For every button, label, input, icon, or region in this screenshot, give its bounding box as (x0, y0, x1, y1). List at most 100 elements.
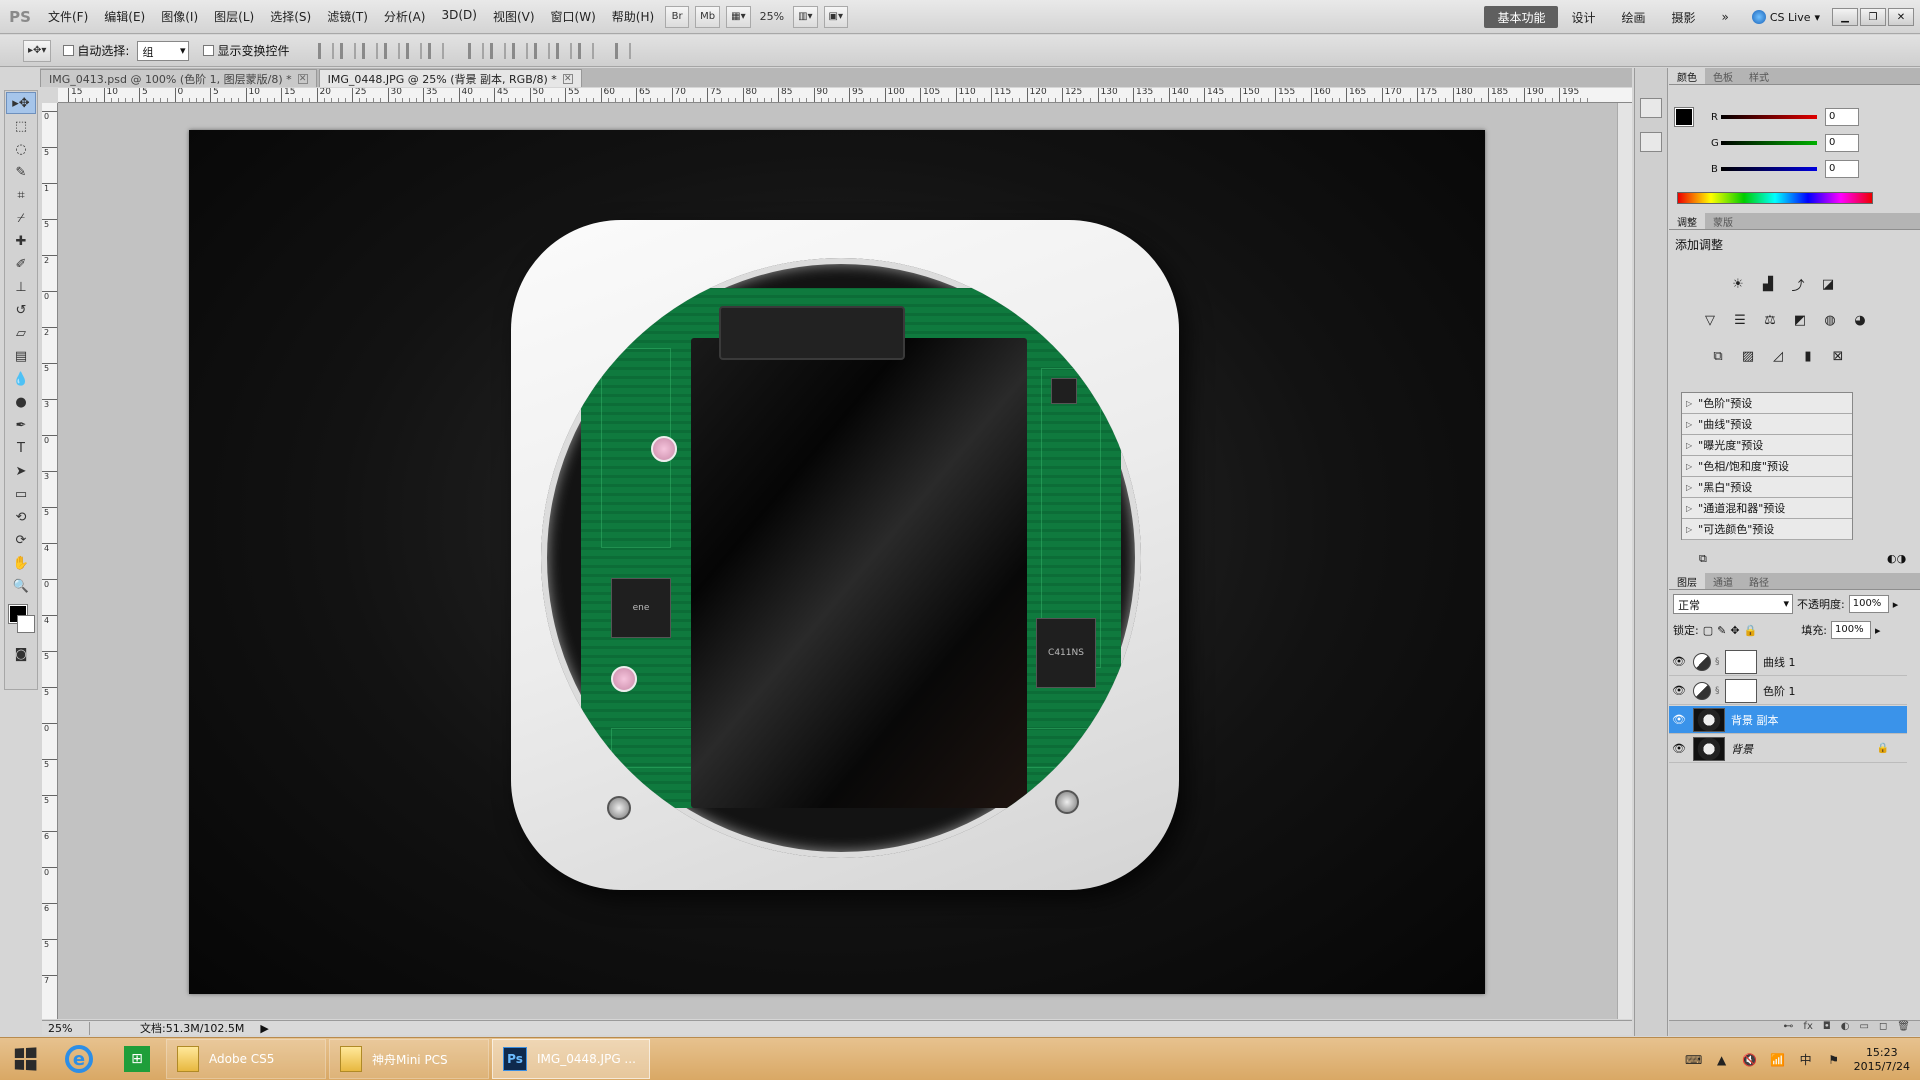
tab-color[interactable]: 颜色 (1669, 68, 1705, 84)
align-left-icon[interactable] (384, 42, 401, 59)
show-transform-option[interactable]: 显示变换控件 (203, 42, 289, 59)
history-brush-tool-icon[interactable]: ↺ (6, 299, 36, 321)
lock-pixels-icon[interactable]: ✎ (1717, 624, 1726, 637)
channel-slider[interactable] (1721, 115, 1817, 119)
shape-tool-icon[interactable]: ▭ (6, 483, 36, 505)
close-button[interactable]: ✕ (1888, 8, 1914, 26)
history-panel-icon[interactable] (1640, 132, 1662, 152)
clone-stamp-tool-icon[interactable]: ⊥ (6, 276, 36, 298)
layer-name[interactable]: 背景 副本 (1731, 712, 1779, 728)
expand-triangle-icon[interactable]: ▷ (1686, 462, 1692, 471)
auto-select-dropdown[interactable]: 组 (137, 40, 190, 61)
color-balance-icon[interactable]: ⚖ (1759, 310, 1781, 330)
marquee-tool-icon[interactable]: ⬚ (6, 115, 36, 137)
layer-mask-thumbnail[interactable] (1725, 678, 1757, 703)
lock-position-icon[interactable]: ✥ (1730, 624, 1739, 637)
curves-icon[interactable]: ⤴ (1787, 274, 1809, 294)
color-panel-foreground-swatch[interactable] (1674, 107, 1694, 127)
close-icon[interactable]: ✕ (297, 73, 308, 84)
ime-indicator[interactable]: 中 (1798, 1052, 1814, 1068)
taskbar-item[interactable]: Adobe CS5 (166, 1039, 326, 1079)
tab-img-0413[interactable]: IMG_0413.psd @ 100% (色阶 1, 图层蒙版/8) * ✕ (40, 69, 317, 87)
workspace-0[interactable]: 基本功能 (1484, 6, 1559, 28)
preset-item[interactable]: ▷ "黑白"预设 (1682, 477, 1852, 498)
preset-item[interactable]: ▷ "曝光度"预设 (1682, 435, 1852, 456)
path-select-tool-icon[interactable]: ➤ (6, 460, 36, 482)
adjust-panel-options-icon[interactable]: ◐◑ (1887, 552, 1906, 565)
distribute-top-icon[interactable] (468, 42, 485, 59)
channel-value-input[interactable]: 0 (1825, 160, 1859, 178)
lock-transparency-icon[interactable]: ▢ (1703, 624, 1713, 637)
blur-tool-icon[interactable]: 💧 (6, 368, 36, 390)
expand-triangle-icon[interactable]: ▷ (1686, 525, 1692, 534)
visibility-eye-icon[interactable]: 👁 (1669, 713, 1689, 726)
auto-select-checkbox[interactable] (63, 45, 75, 56)
auto-align-icon[interactable] (615, 42, 632, 59)
vibrance-icon[interactable]: ▽ (1699, 310, 1721, 330)
action-center-icon[interactable]: ⚑ (1826, 1052, 1842, 1068)
channel-slider[interactable] (1721, 167, 1817, 171)
minimize-button[interactable]: ▁ (1832, 8, 1858, 26)
quick-select-tool-icon[interactable]: ✎ (6, 161, 36, 183)
status-menu-icon[interactable]: ▶ (260, 1022, 268, 1035)
menu-item-7[interactable]: 3D(D) (433, 8, 484, 25)
document-image[interactable]: ene C411NS (189, 130, 1485, 994)
tab-paths[interactable]: 路径 (1741, 573, 1777, 589)
distribute-vcenter-icon[interactable] (490, 42, 507, 59)
3d-rotate-tool-icon[interactable]: ⟲ (6, 506, 36, 528)
pen-tool-icon[interactable]: ✒ (6, 414, 36, 436)
auto-select-option[interactable]: 自动选择: (63, 42, 129, 59)
channel-slider[interactable] (1721, 141, 1817, 145)
tab-channels[interactable]: 通道 (1705, 573, 1741, 589)
distribute-bottom-icon[interactable] (512, 42, 529, 59)
menu-item-6[interactable]: 分析(A) (376, 8, 434, 25)
new-group-icon[interactable]: ▭ (1860, 1021, 1869, 1036)
layer-name[interactable]: 色阶 1 (1763, 683, 1796, 699)
layer-style-icon[interactable]: fx (1803, 1021, 1812, 1036)
mini-bridge-button[interactable]: Mb (695, 5, 721, 28)
preset-item[interactable]: ▷ "色阶"预设 (1682, 393, 1852, 414)
visibility-eye-icon[interactable]: 👁 (1669, 684, 1689, 697)
view-extras-icon[interactable]: ▦▾ (726, 5, 751, 28)
zoom-level[interactable]: 25% (754, 10, 790, 23)
new-adjust-icon[interactable]: ⧉ (1699, 552, 1707, 566)
align-right-icon[interactable] (428, 42, 445, 59)
tab-layers[interactable]: 图层 (1669, 573, 1705, 589)
menu-item-3[interactable]: 图层(L) (206, 8, 262, 25)
keyboard-icon[interactable]: ⌨ (1685, 1052, 1702, 1068)
eyedropper-tool-icon[interactable]: ⌿ (6, 207, 36, 229)
workspace-1[interactable]: 设计 (1558, 9, 1608, 26)
link-layers-icon[interactable]: ⊷ (1783, 1021, 1793, 1036)
exposure-icon[interactable]: ◪ (1817, 274, 1839, 294)
gradient-tool-icon[interactable]: ▤ (6, 345, 36, 367)
visibility-eye-icon[interactable]: 👁 (1669, 655, 1689, 668)
visibility-eye-icon[interactable]: 👁 (1669, 742, 1689, 755)
posterize-icon[interactable]: ▨ (1737, 346, 1759, 366)
vertical-scrollbar[interactable] (1617, 103, 1632, 1019)
preset-item[interactable]: ▷ "曲线"预设 (1682, 414, 1852, 435)
background-color-swatch[interactable] (17, 615, 35, 633)
fill-input[interactable]: 100% (1830, 621, 1871, 639)
zoom-tool-icon[interactable]: 🔍 (6, 575, 36, 597)
tab-masks[interactable]: 蒙版 (1705, 213, 1741, 229)
expand-triangle-icon[interactable]: ▷ (1686, 483, 1692, 492)
channel-value-input[interactable]: 0 (1825, 134, 1859, 152)
brightness-icon[interactable]: ☀ (1727, 274, 1749, 294)
eraser-tool-icon[interactable]: ▱ (6, 322, 36, 344)
clock[interactable]: 15:23 2015/7/24 (1854, 1046, 1910, 1074)
preset-item[interactable]: ▷ "可选颜色"预设 (1682, 519, 1852, 540)
mini-bridge-panel-icon[interactable] (1640, 98, 1662, 118)
distribute-right-icon[interactable] (578, 42, 595, 59)
blend-mode-select[interactable]: 正常 (1673, 594, 1793, 614)
invert-icon[interactable]: ⧉ (1707, 346, 1729, 366)
align-vcenter-icon[interactable] (340, 42, 357, 59)
dodge-tool-icon[interactable]: ● (6, 391, 36, 413)
show-hidden-icons-icon[interactable]: ▲ (1714, 1052, 1730, 1068)
workspace-2[interactable]: 绘画 (1608, 9, 1658, 26)
lasso-tool-icon[interactable]: ◌ (6, 138, 36, 160)
expand-triangle-icon[interactable]: ▷ (1686, 420, 1692, 429)
layer-row[interactable]: 👁 § 曲线 1 (1669, 648, 1907, 676)
layer-name[interactable]: 背景 (1731, 741, 1753, 757)
more-workspaces-button[interactable]: » (1709, 10, 1742, 24)
new-adjustment-icon[interactable]: ◐ (1841, 1021, 1850, 1036)
